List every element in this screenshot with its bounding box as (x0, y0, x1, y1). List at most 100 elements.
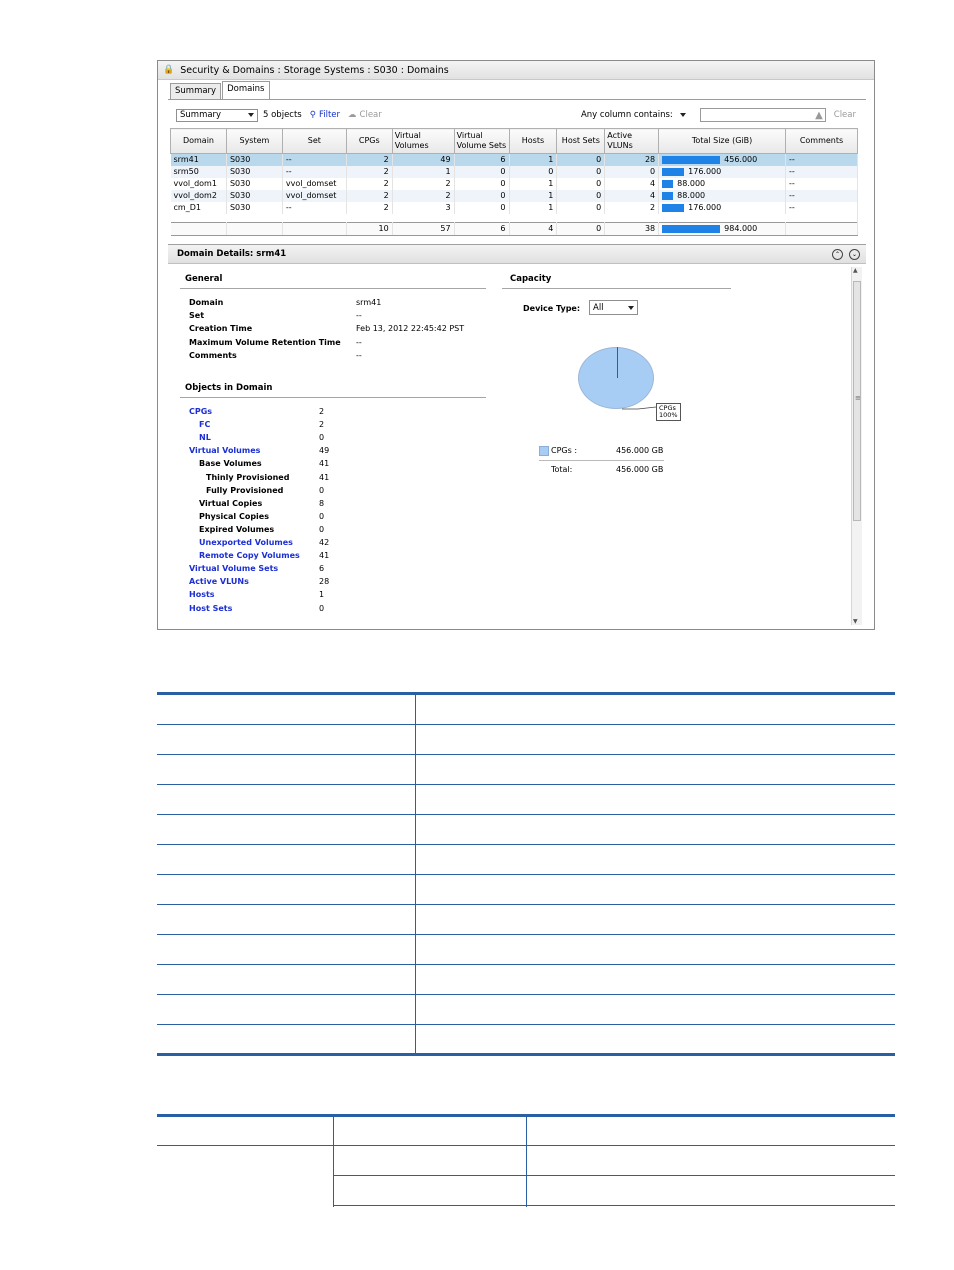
doc-table-cell (157, 994, 416, 1025)
doc-table-row (157, 695, 895, 725)
spacer-cell (170, 214, 858, 223)
col-virtual-volumes[interactable]: Virtual Volumes (391, 128, 455, 154)
cell-hosts: 1 (509, 202, 558, 214)
object-link[interactable]: Hosts (189, 588, 215, 601)
object-value: 41 (319, 459, 330, 469)
object-value: 0 (319, 524, 325, 534)
doc-table-row (157, 1024, 895, 1054)
col-set[interactable]: Set (281, 128, 347, 154)
cell-host-sets: 0 (556, 153, 606, 166)
cell-set: vvol_domset (282, 178, 347, 190)
col-total-size[interactable]: Total Size (GiB) (658, 128, 787, 154)
object-value: 2 (319, 420, 325, 430)
cell-comments: -- (785, 178, 858, 190)
general-value: srm41 (356, 298, 382, 307)
tab-summary[interactable]: Summary (170, 83, 222, 99)
size-bar (662, 167, 685, 176)
cell-hosts: 1 (509, 153, 558, 166)
general-label: Maximum Volume Retention Time (189, 337, 341, 347)
cell-comments: -- (785, 166, 858, 178)
scroll-down-icon[interactable]: ▼ (853, 618, 858, 625)
tab-domains[interactable]: Domains (222, 81, 270, 100)
cell-comments: -- (785, 153, 858, 166)
legend-value: 456.000 GB (616, 446, 664, 455)
object-value: 2 (319, 407, 325, 416)
doc-table-cell (157, 695, 416, 725)
general-value: Feb 13, 2012 22:45:42 PST (356, 324, 465, 334)
scrollbar-thumb[interactable]: ≡ (853, 281, 861, 521)
size-bar (662, 155, 721, 164)
object-link[interactable]: Host Sets (189, 602, 232, 615)
object-link[interactable]: Virtual Volumes (189, 444, 260, 457)
size-value: 88.000 (677, 191, 706, 200)
object-link[interactable]: CPGs (189, 405, 212, 418)
doc-table-cell (157, 814, 416, 845)
cell-domain: srm50 (170, 166, 227, 178)
scroll-up-icon[interactable]: ▲ (853, 267, 858, 274)
object-link[interactable]: NL (199, 431, 211, 444)
col-cpgs[interactable]: CPGs (345, 128, 393, 154)
col-comments[interactable]: Comments (785, 128, 858, 154)
search-mode-dropdown[interactable] (679, 113, 686, 117)
doc-table-cell (157, 964, 416, 995)
search-clear-button[interactable]: Clear (834, 110, 856, 120)
filter-label: Filter (318, 110, 341, 120)
details-scrollbar[interactable]: ▲ ≡ ▼ (851, 267, 862, 625)
chevron-down-icon (628, 305, 634, 310)
expand-icon[interactable]: ⌄ (849, 248, 860, 260)
object-link[interactable]: Remote Copy Volumes (199, 549, 300, 562)
doc-table-line (526, 1117, 527, 1207)
cell-virtual-volumes: 2 (392, 178, 455, 190)
col-active-vluns[interactable]: Active VLUNs (604, 128, 660, 154)
cell-set: -- (282, 202, 347, 214)
clear-filter-label: Clear (359, 110, 382, 120)
table-row[interactable]: vvol_dom2 S030 vvol_domset 2 2 0 1 0 4 88.000 -- (170, 190, 858, 202)
object-value: 0 (319, 603, 325, 613)
cell-domain: srm41 (170, 153, 227, 166)
doc-table-cell (157, 934, 416, 965)
device-type-select[interactable]: All (589, 300, 638, 315)
object-link[interactable]: FC (199, 418, 210, 431)
doc-table-row (157, 754, 895, 785)
doc-table-cell (415, 695, 895, 725)
col-virtual-volume-sets[interactable]: Virtual Volume Sets (453, 128, 510, 154)
object-link[interactable]: Active VLUNs (189, 575, 249, 588)
pie-label-percent: 100% (659, 411, 678, 419)
cell-active-vluns: 0 (604, 166, 660, 178)
col-host-sets[interactable]: Host Sets (556, 128, 606, 154)
search-input[interactable]: ▲ (699, 108, 826, 122)
object-link[interactable]: Unexported Volumes (199, 536, 293, 549)
table-totals-row: 10 57 6 4 0 38 984.000 (170, 222, 858, 236)
table-row[interactable]: cm_D1 S030 -- 2 3 0 1 0 2 176.000 -- (170, 202, 858, 214)
col-domain[interactable]: Domain (170, 128, 227, 154)
device-type-label: Device Type: (523, 304, 581, 313)
col-system[interactable]: System (225, 128, 283, 154)
pie-label: CPGs 100% (656, 403, 681, 421)
size-bar (662, 179, 674, 188)
device-type-value: All (593, 302, 604, 313)
cell-host-sets: 0 (556, 202, 606, 214)
table-header-row: Domain System Set CPGs Virtual Volumes V… (170, 128, 858, 154)
table-row[interactable]: vvol_dom1 S030 vvol_domset 2 2 0 1 0 4 88.000 -- (170, 178, 858, 190)
general-label: Set (189, 311, 205, 321)
col-hosts[interactable]: Hosts (508, 128, 558, 154)
clear-filter-button[interactable]: ☁ Clear (348, 110, 382, 120)
view-select-value: Summary (180, 110, 222, 120)
general-section-title: General (185, 274, 223, 284)
object-link[interactable]: Virtual Volume Sets (189, 562, 278, 575)
object-value: 49 (319, 446, 330, 456)
total-value: 456.000 GB (616, 465, 664, 474)
cell-system: S030 (226, 153, 283, 166)
cell-virtual-volumes: 3 (392, 202, 455, 214)
cell-virtual-volumes: 2 (392, 190, 455, 202)
doc-table-line (333, 1205, 895, 1206)
table-row[interactable]: srm41 S030 -- 2 49 6 1 0 28 456.000 -- (170, 153, 858, 166)
view-select[interactable]: Summary (176, 108, 258, 122)
table-row[interactable]: srm50 S030 -- 2 1 0 0 0 0 176.000 -- (170, 166, 858, 178)
collapse-icon[interactable]: ⌃ (832, 248, 843, 260)
domains-table: Domain System Set CPGs Virtual Volumes V… (170, 128, 858, 236)
cell-set (282, 222, 347, 236)
size-bar (662, 203, 685, 212)
filter-button[interactable]: ⚲ Filter (310, 110, 340, 120)
pie-start-line (617, 347, 618, 378)
